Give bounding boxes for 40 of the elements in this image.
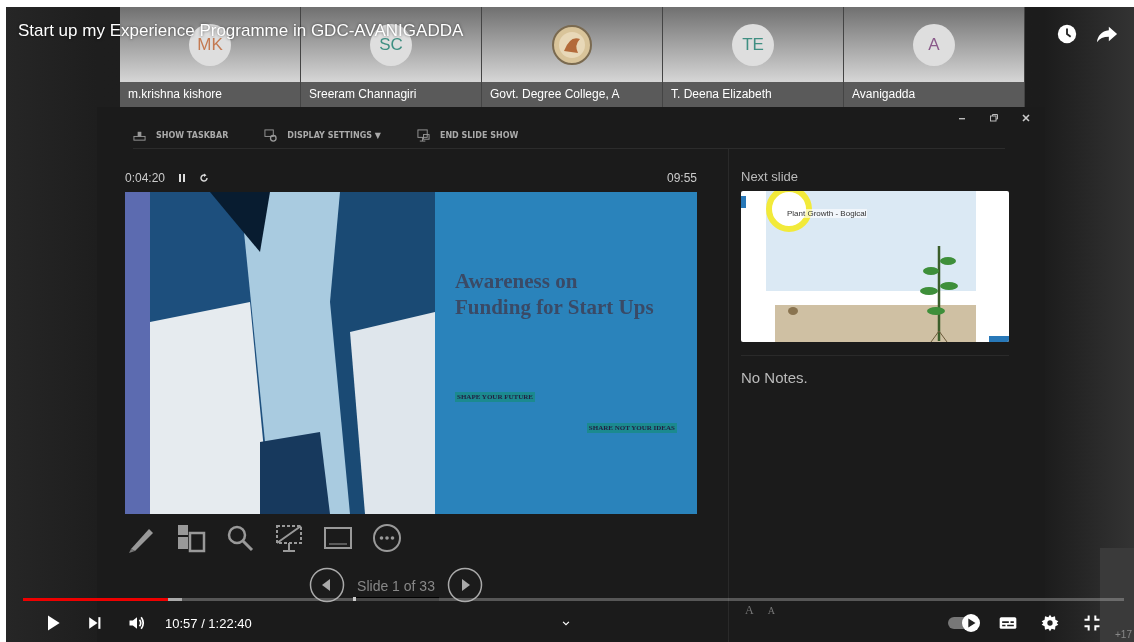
toolbar-button[interactable]: END SLIDE SHOW [439,131,519,140]
taskbar-icon [133,129,146,142]
close-icon[interactable] [1021,113,1031,123]
elapsed-timer: 0:04:20 [125,171,166,185]
reset-icon[interactable] [199,173,210,183]
exit-fullscreen-icon[interactable] [1082,613,1102,633]
grid-icon[interactable] [176,523,206,553]
previous-slide-icon[interactable] [309,567,345,603]
toolbar-button[interactable]: SHOW TASKBAR [156,131,229,140]
search-icon[interactable] [225,523,255,553]
font-size-button[interactable]: A [745,603,754,618]
emblem-icon [552,24,592,65]
participant-name: T. Deena Elizabeth [663,82,843,107]
slide-title: Awareness on Funding for Start Ups [455,268,655,320]
participant-name: m.krishna kishore [120,82,300,107]
participant-name: Sreeram Channagiri [301,82,481,107]
pause-icon[interactable] [177,173,188,183]
avatar-initials: A [913,23,955,66]
participant-name: Avanigadda [844,82,1024,107]
monitor-slash-icon[interactable] [274,523,304,553]
next-slide-label: Next slide [741,169,800,186]
participant-name: Govt. Degree College, A [482,82,662,107]
restore-icon[interactable] [989,113,999,123]
monitor-gear-icon [264,129,278,142]
avatar-initials: TE [732,23,774,66]
monitor-icon [416,129,430,142]
slide-caption: Plant Growth - Bogical [787,209,867,218]
notes-text: No Notes. [741,355,1009,386]
participant-count: +17 [1115,629,1133,642]
more-icon[interactable] [372,523,402,553]
toolbar-button[interactable]: DISPLAY SETTINGS ▼ [287,131,381,140]
settings-icon[interactable] [1040,613,1060,633]
clock-icon[interactable] [1056,23,1078,45]
next-slide-icon[interactable] [447,567,483,603]
font-size-button[interactable]: A [767,603,775,618]
clock-time: 09:55 [666,171,697,185]
progress-track[interactable] [23,598,1124,601]
autoplay-toggle[interactable] [948,617,978,629]
slide-counter: Slide 1 of 33 [357,577,435,594]
time-display: 10:57 / 1:22:40 [165,615,252,631]
